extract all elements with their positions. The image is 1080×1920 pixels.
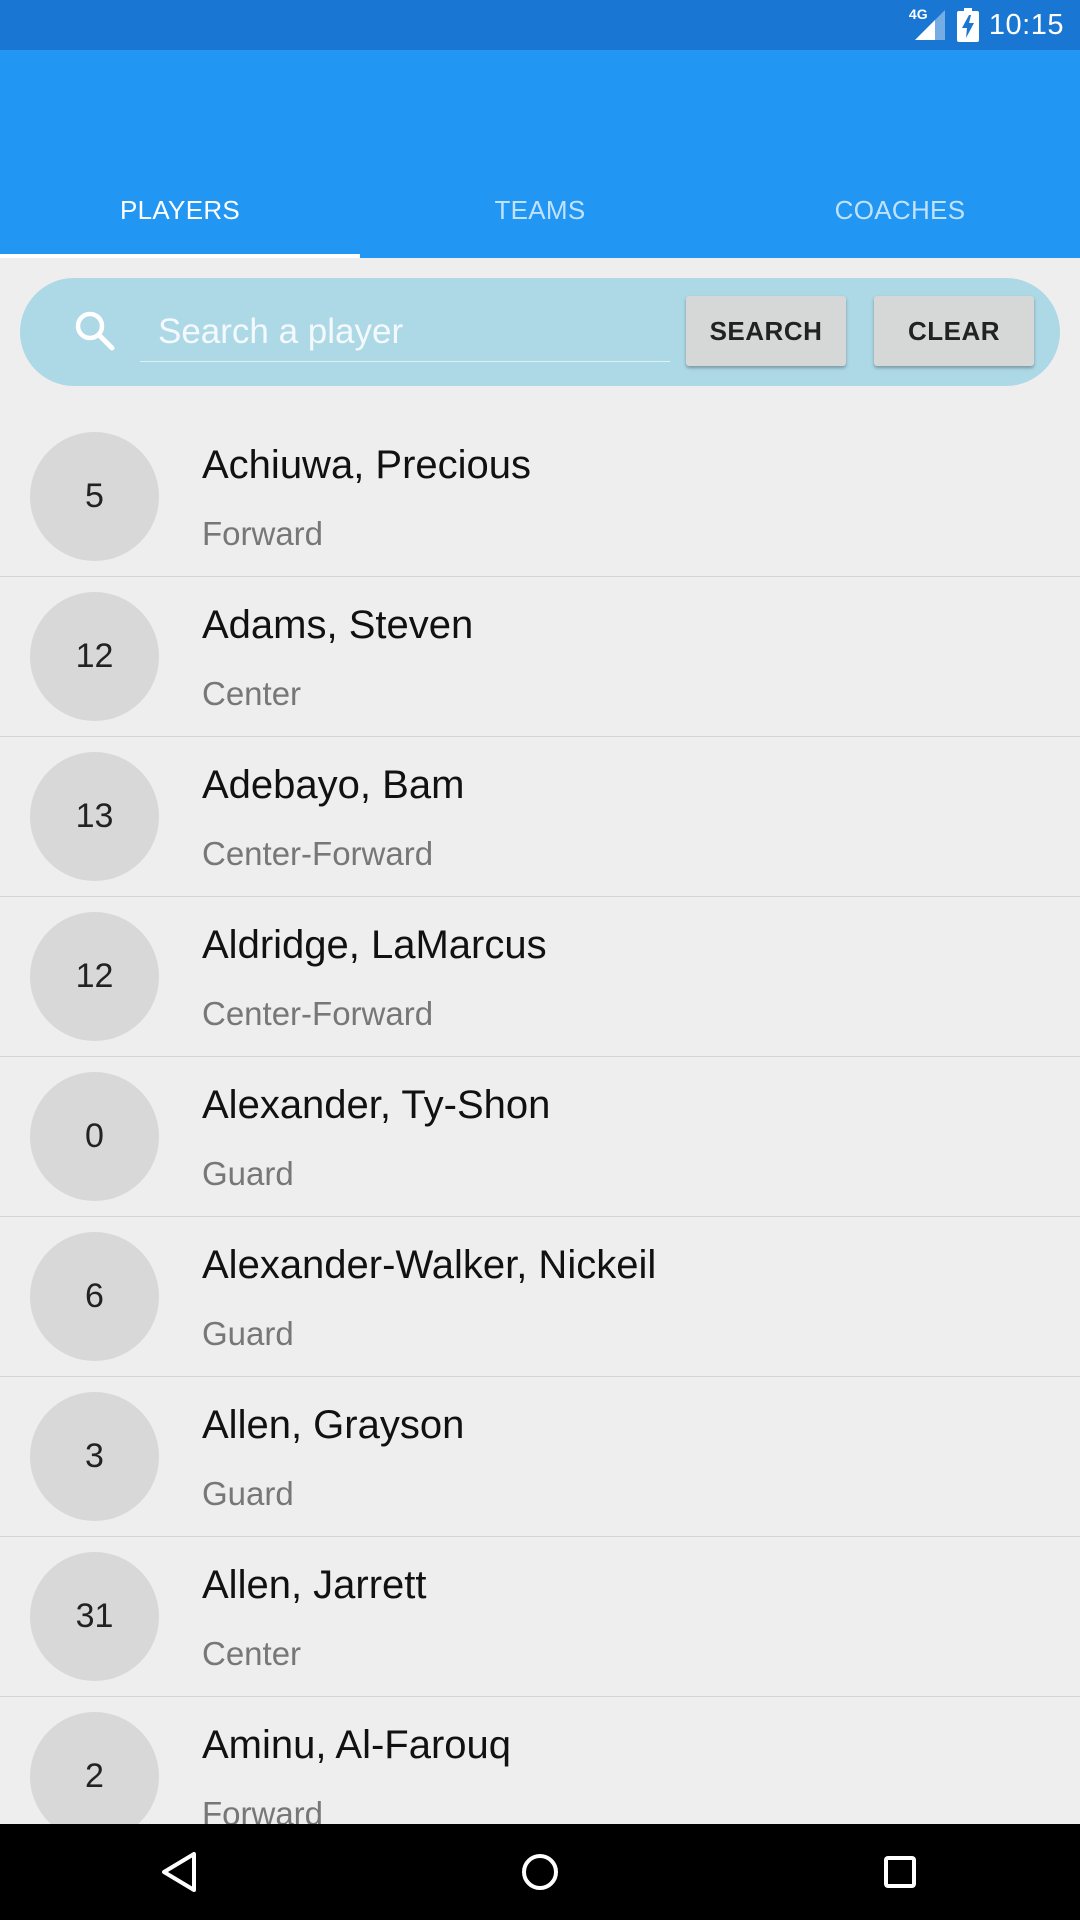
- app-bar: PLAYERS TEAMS COACHES: [0, 50, 1080, 258]
- navigation-bar: [0, 1824, 1080, 1920]
- list-item[interactable]: 6 Alexander-Walker, Nickeil Guard: [0, 1217, 1080, 1377]
- player-name: Alexander-Walker, Nickeil: [202, 1243, 657, 1287]
- search-input[interactable]: [140, 302, 670, 362]
- list-item[interactable]: 31 Allen, Jarrett Center: [0, 1537, 1080, 1697]
- battery-charging-icon: [956, 8, 979, 42]
- search-button[interactable]: SEARCH: [686, 296, 846, 366]
- recents-icon[interactable]: [872, 1844, 928, 1900]
- tab-bar: PLAYERS TEAMS COACHES: [0, 162, 1080, 258]
- tab-coaches[interactable]: COACHES: [720, 162, 1080, 258]
- status-icons: 4G 10:15: [909, 0, 1064, 50]
- signal-icon: 4G: [909, 6, 947, 42]
- player-name: Allen, Jarrett: [202, 1563, 427, 1607]
- player-position: Center-Forward: [202, 835, 434, 872]
- player-name: Aminu, Al-Farouq: [202, 1723, 512, 1767]
- player-position: Center-Forward: [202, 995, 434, 1032]
- clock: 10:15: [988, 8, 1064, 41]
- list-item[interactable]: 5 Achiuwa, Precious Forward: [0, 417, 1080, 577]
- jersey-number-badge: 5: [30, 432, 159, 561]
- player-position: Guard: [202, 1475, 294, 1512]
- jersey-number-badge: 2: [30, 1712, 159, 1824]
- player-name: Achiuwa, Precious: [202, 443, 532, 487]
- search-bar: SEARCH CLEAR: [20, 278, 1060, 386]
- player-list: 5 Achiuwa, Precious Forward 12 Adams, St…: [0, 417, 1080, 1824]
- back-icon[interactable]: [152, 1844, 208, 1900]
- home-icon[interactable]: [512, 1844, 568, 1900]
- jersey-number-badge: 12: [30, 912, 159, 1041]
- active-tab-indicator: [0, 254, 360, 258]
- player-name: Alexander, Ty-Shon: [202, 1083, 551, 1127]
- status-bar: 4G 10:15: [0, 0, 1080, 50]
- jersey-number-badge: 13: [30, 752, 159, 881]
- search-icon: [70, 306, 120, 356]
- player-name: Aldridge, LaMarcus: [202, 923, 547, 967]
- player-name: Adams, Steven: [202, 603, 474, 647]
- jersey-number-badge: 31: [30, 1552, 159, 1681]
- jersey-number-badge: 0: [30, 1072, 159, 1201]
- player-position: Guard: [202, 1155, 294, 1192]
- player-name: Adebayo, Bam: [202, 763, 465, 807]
- player-position: Forward: [202, 515, 324, 552]
- list-item[interactable]: 13 Adebayo, Bam Center-Forward: [0, 737, 1080, 897]
- list-item[interactable]: 3 Allen, Grayson Guard: [0, 1377, 1080, 1537]
- list-item[interactable]: 2 Aminu, Al-Farouq Forward: [0, 1697, 1080, 1824]
- jersey-number-badge: 6: [30, 1232, 159, 1361]
- player-position: Forward: [202, 1795, 324, 1824]
- player-position: Center: [202, 1635, 302, 1672]
- tab-teams[interactable]: TEAMS: [360, 162, 720, 258]
- list-item[interactable]: 12 Aldridge, LaMarcus Center-Forward: [0, 897, 1080, 1057]
- jersey-number-badge: 12: [30, 592, 159, 721]
- list-item[interactable]: 0 Alexander, Ty-Shon Guard: [0, 1057, 1080, 1217]
- player-position: Center: [202, 675, 302, 712]
- jersey-number-badge: 3: [30, 1392, 159, 1521]
- player-name: Allen, Grayson: [202, 1403, 465, 1447]
- list-item[interactable]: 12 Adams, Steven Center: [0, 577, 1080, 737]
- tab-players[interactable]: PLAYERS: [0, 162, 360, 258]
- clear-button[interactable]: CLEAR: [874, 296, 1034, 366]
- player-position: Guard: [202, 1315, 294, 1352]
